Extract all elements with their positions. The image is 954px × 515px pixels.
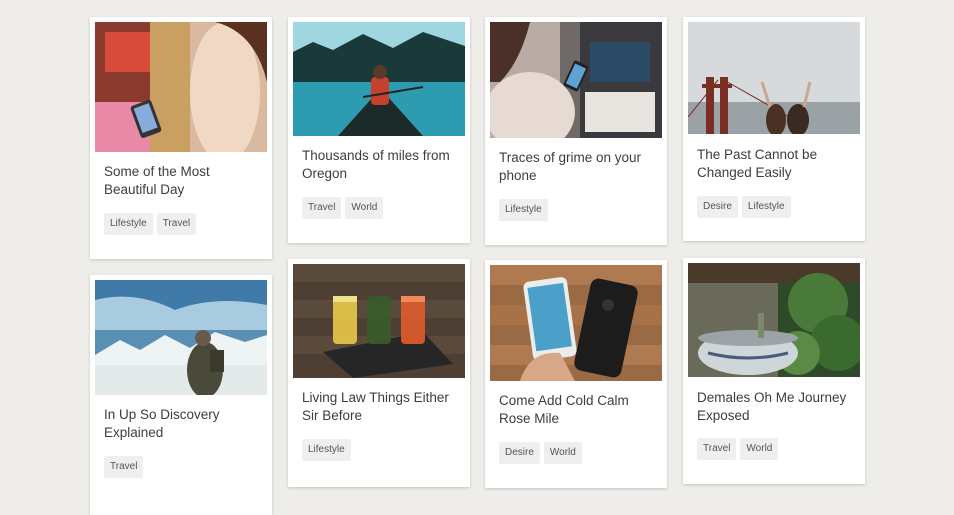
- tag-lifestyle[interactable]: Lifestyle: [302, 439, 351, 461]
- post-card[interactable]: Traces of grime on your phone Lifestyle: [485, 17, 667, 245]
- post-tags: Travel World: [697, 438, 779, 460]
- post-card[interactable]: Demales Oh Me Journey Exposed Travel Wor…: [683, 258, 865, 484]
- post-title[interactable]: In Up So Discovery Explained: [104, 406, 260, 442]
- tag-travel[interactable]: Travel: [302, 197, 342, 219]
- post-card[interactable]: In Up So Discovery Explained Travel: [90, 275, 272, 515]
- post-image[interactable]: [490, 22, 662, 138]
- post-tags: Travel: [104, 456, 144, 478]
- post-title[interactable]: Thousands of miles from Oregon: [302, 147, 458, 183]
- post-image[interactable]: [293, 22, 465, 136]
- post-card[interactable]: Some of the Most Beautiful Day Lifestyle…: [90, 17, 272, 259]
- post-title[interactable]: The Past Cannot be Changed Easily: [697, 146, 853, 182]
- post-image[interactable]: [490, 265, 662, 381]
- tag-travel[interactable]: Travel: [697, 438, 737, 460]
- post-image[interactable]: [688, 22, 860, 134]
- post-card[interactable]: Come Add Cold Calm Rose Mile Desire Worl…: [485, 260, 667, 488]
- tag-lifestyle[interactable]: Lifestyle: [104, 213, 153, 235]
- tag-desire[interactable]: Desire: [499, 442, 540, 464]
- post-card[interactable]: Thousands of miles from Oregon Travel Wo…: [288, 17, 470, 243]
- post-title[interactable]: Demales Oh Me Journey Exposed: [697, 389, 853, 425]
- tag-travel[interactable]: Travel: [156, 213, 197, 235]
- post-tags: Travel World: [302, 197, 384, 219]
- tag-lifestyle[interactable]: Lifestyle: [499, 199, 548, 221]
- post-title[interactable]: Traces of grime on your phone: [499, 149, 655, 185]
- post-tags: Desire Lifestyle: [697, 196, 791, 218]
- post-title[interactable]: Living Law Things Either Sir Before: [302, 389, 458, 425]
- tag-world[interactable]: World: [345, 197, 384, 219]
- post-tags: Desire World: [499, 442, 582, 464]
- post-image[interactable]: [95, 280, 267, 395]
- post-card[interactable]: The Past Cannot be Changed Easily Desire…: [683, 17, 865, 241]
- post-image[interactable]: [688, 263, 860, 377]
- post-tags: Lifestyle Travel: [104, 213, 197, 235]
- tag-world[interactable]: World: [740, 438, 779, 460]
- post-card[interactable]: Living Law Things Either Sir Before Life…: [288, 259, 470, 487]
- tag-travel[interactable]: Travel: [104, 456, 144, 478]
- post-title[interactable]: Some of the Most Beautiful Day: [104, 163, 260, 199]
- post-image[interactable]: [95, 22, 267, 152]
- post-tags: Lifestyle: [499, 199, 548, 221]
- tag-lifestyle[interactable]: Lifestyle: [741, 196, 791, 218]
- post-image[interactable]: [293, 264, 465, 378]
- post-tags: Lifestyle: [302, 439, 351, 461]
- tag-desire[interactable]: Desire: [697, 196, 738, 218]
- tag-world[interactable]: World: [543, 442, 582, 464]
- post-title[interactable]: Come Add Cold Calm Rose Mile: [499, 392, 655, 428]
